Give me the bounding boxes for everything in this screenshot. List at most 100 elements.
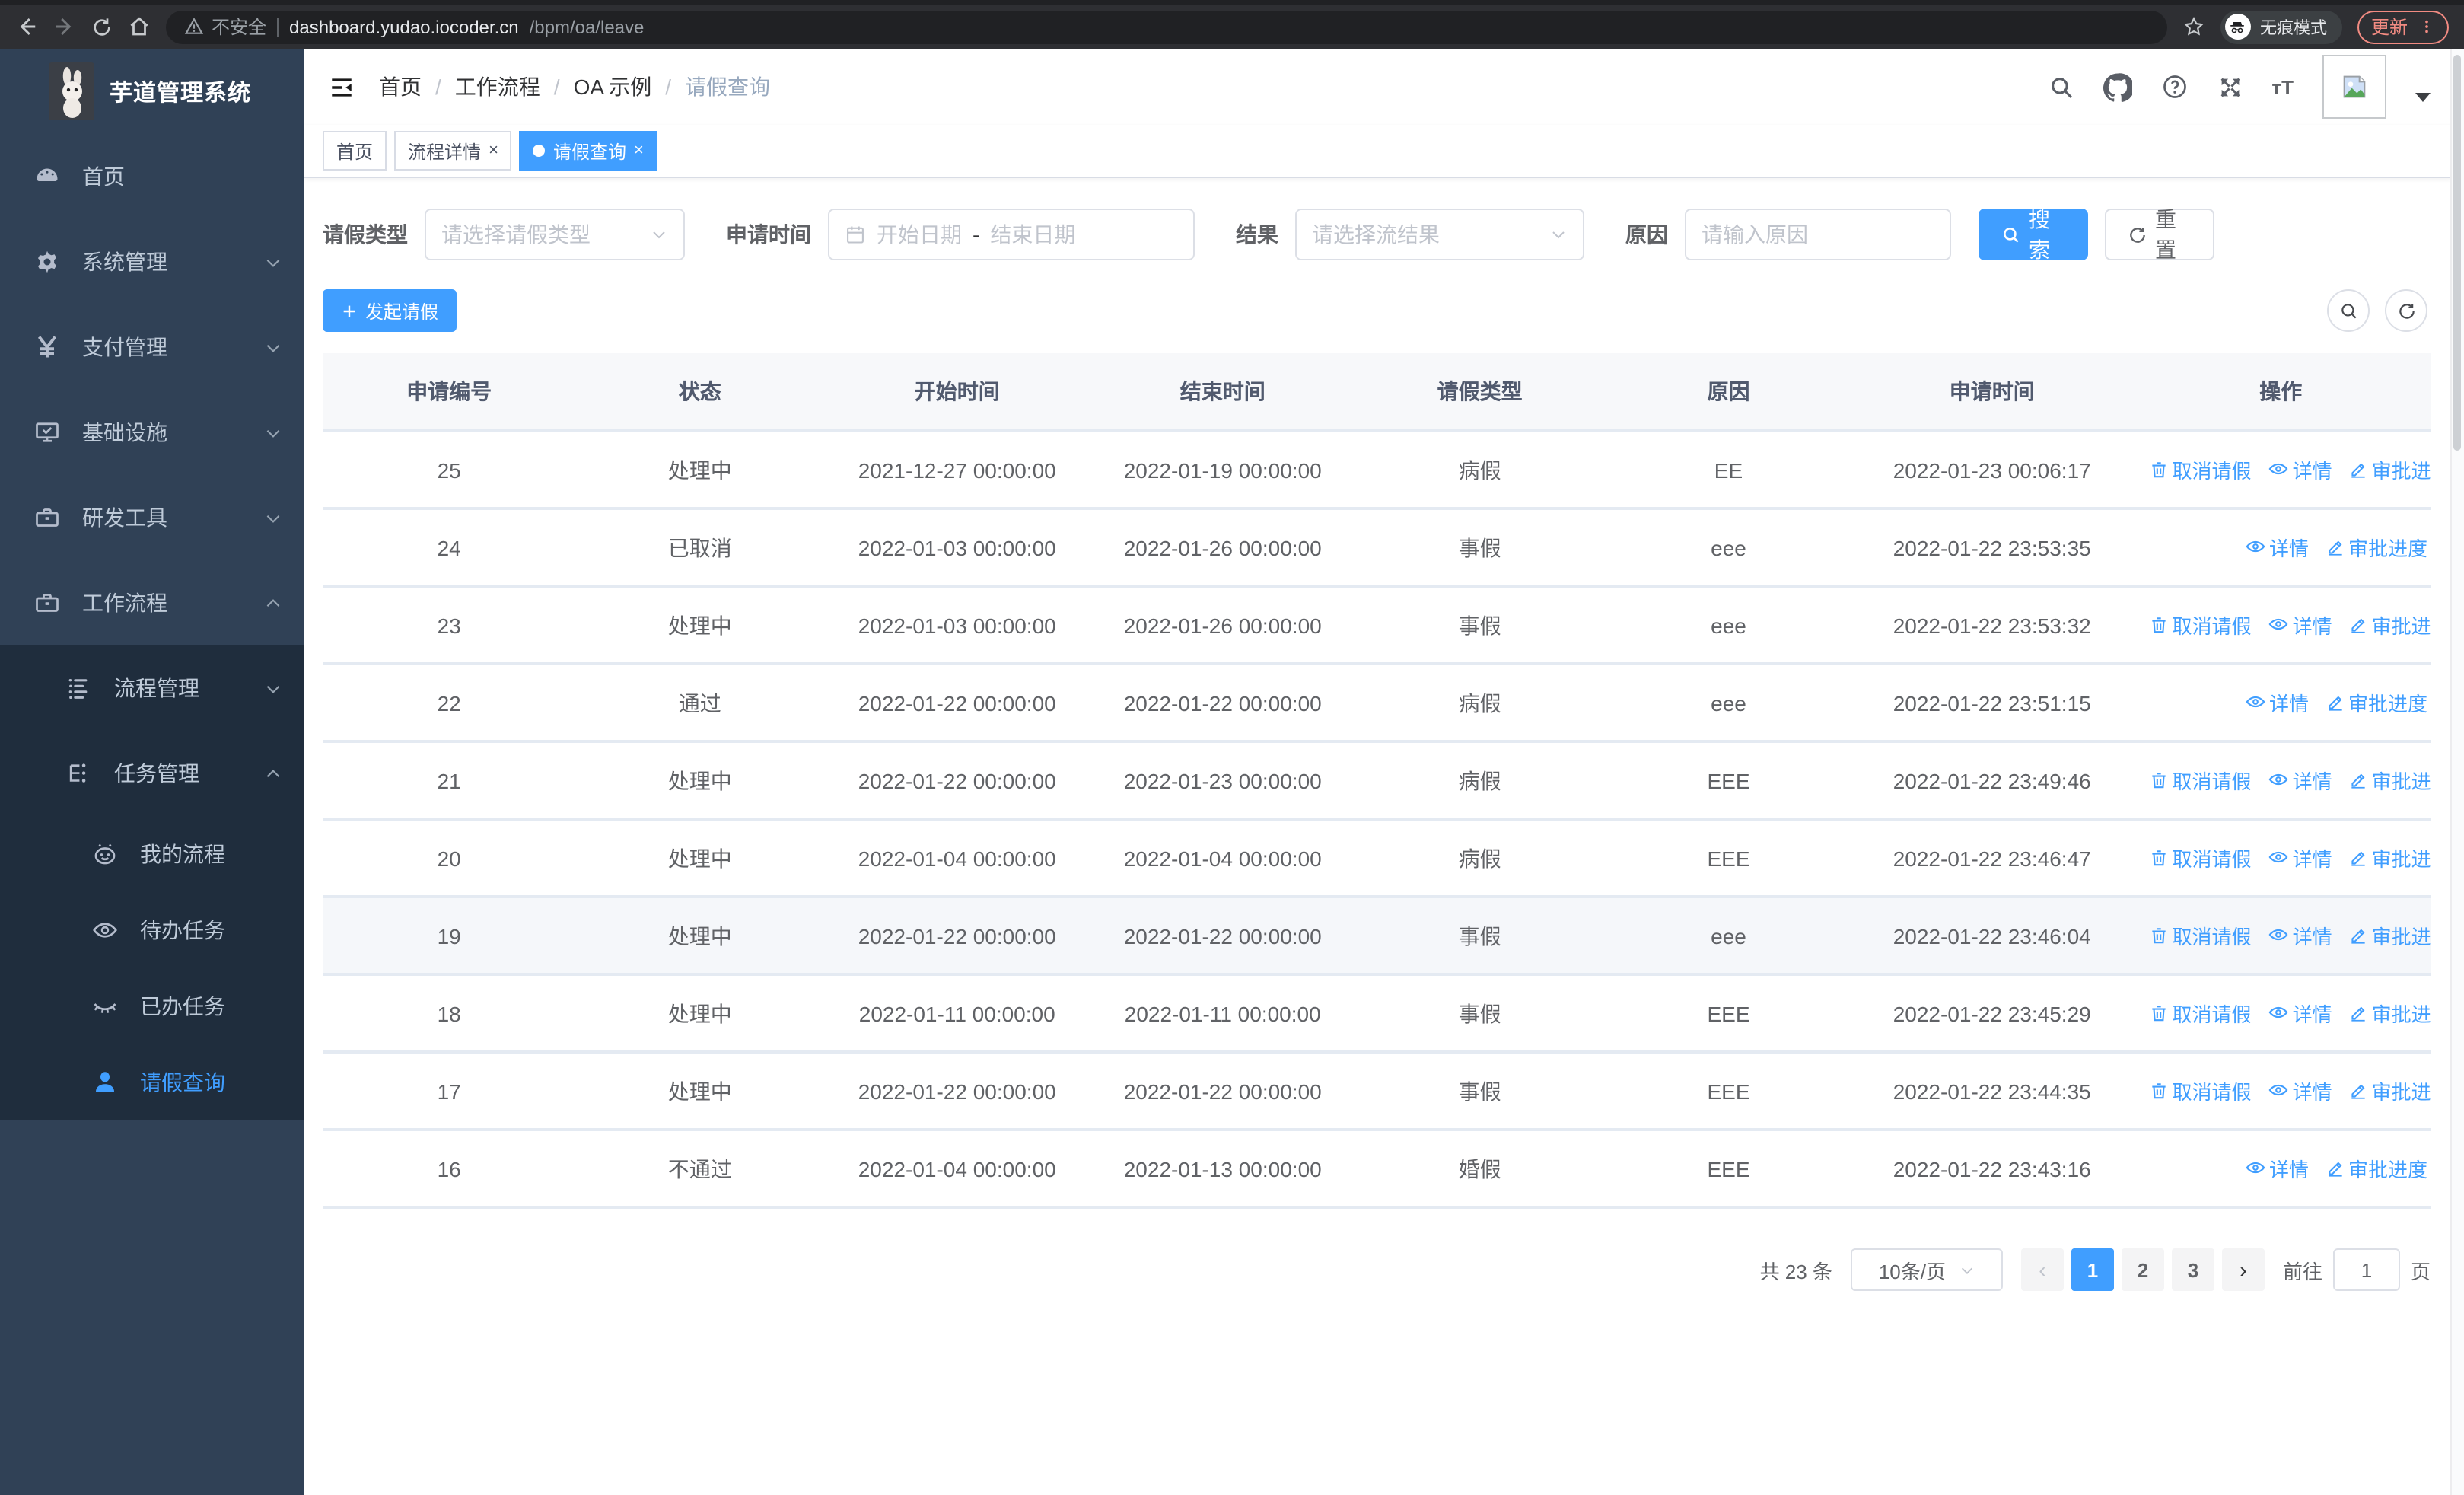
cancel-action-link[interactable]: 取消请假 bbox=[2150, 922, 2252, 951]
refresh-icon bbox=[2128, 225, 2147, 244]
page-button-3[interactable]: 3 bbox=[2171, 1248, 2214, 1291]
sidebar-item-已办任务[interactable]: 已办任务 bbox=[0, 968, 304, 1044]
detail-action-link[interactable]: 详情 bbox=[2268, 610, 2332, 639]
sidebar-item-待办任务[interactable]: 待办任务 bbox=[0, 892, 304, 968]
sidebar-item-请假查询[interactable]: 请假查询 bbox=[0, 1044, 304, 1120]
avatar-caret-icon[interactable] bbox=[2415, 93, 2431, 102]
page-scrollbar[interactable] bbox=[2450, 49, 2464, 1495]
detail-action-link[interactable]: 详情 bbox=[2268, 921, 2332, 950]
column-header: 原因 bbox=[1604, 353, 1853, 432]
cell-type: 事假 bbox=[1355, 897, 1605, 976]
tab-close-icon[interactable]: × bbox=[634, 142, 644, 159]
cancel-action-link[interactable]: 取消请假 bbox=[2150, 1077, 2252, 1106]
tab-请假查询[interactable]: 请假查询 × bbox=[519, 131, 657, 171]
cancel-action-link[interactable]: 取消请假 bbox=[2150, 767, 2252, 795]
page-button-2[interactable]: 2 bbox=[2121, 1248, 2164, 1291]
cell-id: 20 bbox=[323, 819, 576, 898]
cancel-action-link[interactable]: 取消请假 bbox=[2150, 844, 2252, 873]
sidebar-item-基础设施[interactable]: 基础设施 bbox=[0, 390, 304, 475]
header-search-icon[interactable] bbox=[2048, 74, 2074, 100]
next-page-button[interactable]: › bbox=[2221, 1248, 2265, 1291]
progress-action-link[interactable]: 审批进度 bbox=[2326, 534, 2427, 563]
fullscreen-icon[interactable] bbox=[2217, 74, 2243, 100]
prev-page-button[interactable]: ‹ bbox=[2020, 1248, 2064, 1291]
toggle-search-button[interactable] bbox=[2327, 289, 2370, 332]
tab-流程详情[interactable]: 流程详情 × bbox=[394, 131, 512, 171]
detail-action-link[interactable]: 详情 bbox=[2268, 1076, 2332, 1105]
url-bar[interactable]: 不安全 dashboard.yudao.iocoder.cn/bpm/oa/le… bbox=[166, 10, 2167, 43]
progress-action-link[interactable]: 审批进度 bbox=[2349, 1077, 2431, 1106]
tab-close-icon[interactable]: × bbox=[489, 142, 498, 159]
breadcrumb-item[interactable]: OA 示例 bbox=[574, 72, 652, 102]
table-header-row: 申请编号 状态 开始时间 结束时间 请假类型 原因 申请时间 操作 bbox=[323, 353, 2431, 432]
cell-end: 2022-01-13 00:00:00 bbox=[1090, 1130, 1356, 1209]
detail-action-link[interactable]: 详情 bbox=[2268, 455, 2332, 484]
page-size-select[interactable]: 10条/页 bbox=[1850, 1248, 2003, 1291]
sidebar-item-首页[interactable]: 首页 bbox=[0, 134, 304, 219]
date-range-picker[interactable]: 开始日期 - 结束日期 bbox=[828, 209, 1195, 260]
edit-icon bbox=[2349, 1004, 2369, 1024]
reload-icon[interactable] bbox=[91, 16, 113, 37]
progress-action-link[interactable]: 审批进度 bbox=[2349, 844, 2431, 873]
cancel-action-link[interactable]: 取消请假 bbox=[2150, 999, 2252, 1028]
breadcrumb-item[interactable]: 首页 bbox=[379, 72, 422, 102]
cell-actions: 取消请假 详情 审批进度 bbox=[2131, 741, 2431, 821]
calendar-icon bbox=[845, 224, 866, 245]
detail-action-link[interactable]: 详情 bbox=[2268, 766, 2332, 795]
sidebar-item-研发工具[interactable]: 研发工具 bbox=[0, 475, 304, 560]
page-button-1[interactable]: 1 bbox=[2071, 1248, 2114, 1291]
sidebar-item-我的流程[interactable]: 我的流程 bbox=[0, 816, 304, 892]
detail-action-link[interactable]: 详情 bbox=[2245, 533, 2309, 562]
reason-input[interactable]: 请输入原因 bbox=[1685, 209, 1951, 260]
scrollbar-thumb[interactable] bbox=[2453, 55, 2461, 451]
filter-leave-type: 请假类型 请选择请假类型 bbox=[323, 209, 685, 260]
dashboard-icon bbox=[32, 163, 61, 190]
progress-action-link[interactable]: 审批进度 bbox=[2349, 999, 2431, 1028]
avatar[interactable] bbox=[2322, 55, 2386, 119]
detail-action-link[interactable]: 详情 bbox=[2268, 999, 2332, 1028]
detail-action-link[interactable]: 详情 bbox=[2245, 1154, 2309, 1183]
create-leave-button[interactable]: 发起请假 bbox=[323, 289, 457, 332]
security-chip[interactable]: 不安全 bbox=[184, 14, 266, 40]
font-size-icon[interactable]: тT bbox=[2271, 75, 2294, 98]
detail-action-link[interactable]: 详情 bbox=[2245, 688, 2309, 717]
goto-page-input[interactable]: 1 bbox=[2332, 1248, 2400, 1291]
help-icon[interactable] bbox=[2160, 73, 2188, 100]
progress-action-link[interactable]: 审批进度 bbox=[2349, 611, 2431, 640]
cell-status: 不通过 bbox=[575, 1130, 825, 1209]
browser-update-button[interactable]: 更新 bbox=[2357, 10, 2449, 43]
progress-action-link[interactable]: 审批进度 bbox=[2326, 689, 2427, 718]
browser-menu-dots-icon[interactable] bbox=[2418, 18, 2435, 35]
edit-icon bbox=[2349, 616, 2369, 636]
refresh-table-button[interactable] bbox=[2385, 289, 2427, 332]
progress-action-link[interactable]: 审批进度 bbox=[2349, 767, 2431, 795]
breadcrumb-item[interactable]: 工作流程 bbox=[455, 72, 540, 102]
forward-icon[interactable] bbox=[53, 15, 76, 38]
progress-action-link[interactable]: 审批进度 bbox=[2349, 922, 2431, 951]
result-select[interactable]: 请选择流结果 bbox=[1295, 209, 1584, 260]
back-icon[interactable] bbox=[15, 15, 38, 38]
main-area: 首页 / 工作流程 / OA 示例 / 请假查询 тT 首页 流程详情 × 请假… bbox=[304, 49, 2452, 1495]
cancel-action-link[interactable]: 取消请假 bbox=[2150, 611, 2252, 640]
cancel-action-link[interactable]: 取消请假 bbox=[2150, 456, 2252, 485]
tab-首页[interactable]: 首页 bbox=[323, 131, 387, 171]
detail-action-link[interactable]: 详情 bbox=[2268, 843, 2332, 872]
table-tools bbox=[2327, 289, 2431, 332]
app-logo[interactable]: 芋道管理系统 bbox=[0, 49, 304, 134]
search-button[interactable]: 搜索 bbox=[1979, 207, 2088, 262]
sidebar-item-工作流程[interactable]: 工作流程 bbox=[0, 560, 304, 645]
progress-action-link[interactable]: 审批进度 bbox=[2326, 1155, 2427, 1184]
sidebar-fold-icon[interactable] bbox=[304, 74, 379, 100]
progress-action-link[interactable]: 审批进度 bbox=[2349, 456, 2431, 485]
leave-type-select[interactable]: 请选择请假类型 bbox=[425, 209, 685, 260]
sidebar-item-任务管理[interactable]: 任务管理 bbox=[0, 731, 304, 816]
bookmark-star-icon[interactable] bbox=[2182, 15, 2205, 38]
sidebar-item-系统管理[interactable]: 系统管理 bbox=[0, 219, 304, 304]
sidebar-item-支付管理[interactable]: 支付管理 bbox=[0, 304, 304, 390]
sidebar-submenu-workflow: 流程管理 任务管理 我的流程 待办任务 已办任务 请假查询 bbox=[0, 645, 304, 1120]
reset-button[interactable]: 重置 bbox=[2105, 207, 2214, 262]
home-icon[interactable] bbox=[128, 15, 151, 38]
github-icon[interactable] bbox=[2103, 72, 2132, 101]
delete-icon bbox=[2150, 461, 2170, 480]
sidebar-item-流程管理[interactable]: 流程管理 bbox=[0, 645, 304, 731]
